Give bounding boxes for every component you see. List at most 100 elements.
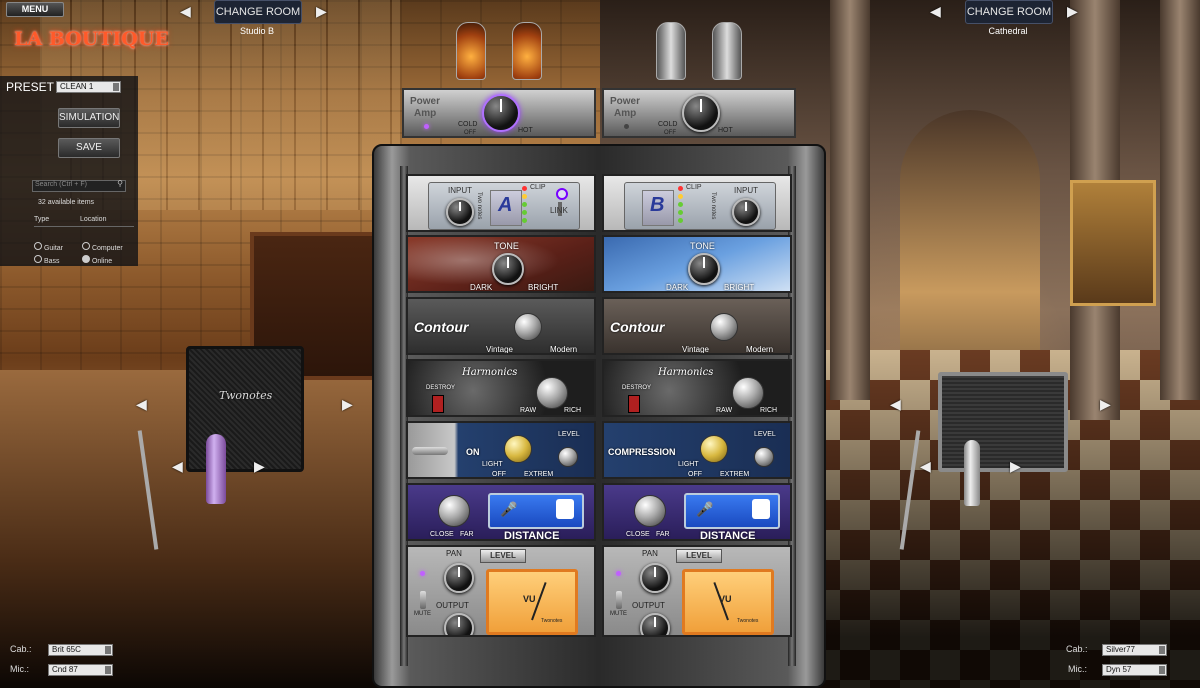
available-items-count: 32 available items	[38, 199, 95, 206]
destroy-switch[interactable]	[432, 395, 444, 413]
left-room-prev-arrow-icon[interactable]: ◀	[180, 3, 191, 20]
mute-label: MUTE	[610, 611, 627, 617]
pan-knob[interactable]	[444, 563, 474, 593]
compression-knob[interactable]	[504, 435, 532, 463]
right-room-next-arrow-icon[interactable]: ▶	[1067, 3, 1078, 20]
destroy-label: DESTROY	[426, 385, 456, 391]
harmonics-knob[interactable]	[536, 377, 568, 409]
left-cab-prev-arrow-icon[interactable]: ◀	[136, 396, 147, 413]
input-gain-knob[interactable]	[732, 198, 760, 226]
destroy-switch[interactable]	[628, 395, 640, 413]
filter-location-online[interactable]: Online	[82, 255, 112, 265]
right-room-prev-arrow-icon[interactable]: ◀	[930, 3, 941, 20]
right-cabinet[interactable]	[938, 372, 1068, 472]
level-led-icon	[522, 194, 527, 199]
contour-knob[interactable]	[514, 313, 542, 341]
filter-type-guitar[interactable]: Guitar	[34, 242, 63, 252]
output-knob[interactable]	[444, 613, 474, 635]
tone-module-right: TONE DARK BRIGHT	[602, 235, 792, 293]
power-amp-title: Power	[610, 96, 641, 107]
pan-label: PAN	[642, 549, 658, 558]
mute-toggle[interactable]	[616, 591, 622, 609]
rich-label: RICH	[760, 407, 778, 414]
left-microphone[interactable]	[206, 434, 226, 504]
mute-toggle[interactable]	[420, 591, 426, 609]
contour-knob[interactable]	[710, 313, 738, 341]
modern-label: Modern	[746, 345, 774, 354]
power-amp-knob[interactable]	[482, 94, 520, 132]
harmonics-knob[interactable]	[732, 377, 764, 409]
right-microphone[interactable]	[964, 440, 980, 506]
compression-level-knob[interactable]	[558, 447, 578, 467]
left-cab-select[interactable]: Brit 65C	[48, 644, 113, 656]
off-label: OFF	[664, 130, 676, 136]
right-room-name: Cathedral	[988, 26, 1028, 36]
chevron-down-icon	[113, 83, 119, 91]
input-label: INPUT	[734, 186, 758, 195]
left-mic-next-arrow-icon[interactable]: ▶	[254, 458, 265, 475]
right-mic-prev-arrow-icon[interactable]: ◀	[920, 458, 931, 475]
power-amp-title: Amp	[614, 108, 637, 119]
input-gain-knob[interactable]	[446, 198, 474, 226]
search-input[interactable]: Search (Ctrl + F) ⚲	[32, 179, 126, 192]
left-change-room-button[interactable]: CHANGE ROOM	[214, 0, 302, 24]
cathedral-pillar	[1160, 0, 1200, 400]
tone-knob[interactable]	[492, 253, 524, 285]
right-cab-next-arrow-icon[interactable]: ▶	[1100, 396, 1111, 413]
left-mic-select[interactable]: Cnd 87	[48, 664, 113, 676]
tone-title: TONE	[690, 241, 715, 251]
simulation-button[interactable]: SIMULATION	[58, 108, 120, 128]
filter-location-computer[interactable]: Computer	[82, 242, 123, 252]
bright-label: BRIGHT	[724, 283, 755, 292]
left-cab-next-arrow-icon[interactable]: ▶	[342, 396, 353, 413]
extrem-label: EXTREM	[720, 471, 750, 478]
power-amp-knob[interactable]	[682, 94, 720, 132]
menu-button[interactable]: MENU	[6, 2, 64, 17]
preset-select[interactable]: CLEAN 1	[56, 81, 121, 93]
save-button[interactable]: SAVE	[58, 138, 120, 158]
right-mic-next-arrow-icon[interactable]: ▶	[1010, 458, 1021, 475]
distance-module-left: CLOSE FAR 🎤 DISTANCE	[406, 483, 596, 541]
filter-divider	[34, 226, 134, 227]
filter-type-bass[interactable]: Bass	[34, 255, 60, 265]
distance-knob[interactable]	[634, 495, 666, 527]
location-header: Location	[80, 216, 107, 223]
right-cab-prev-arrow-icon[interactable]: ◀	[890, 396, 901, 413]
compression-title: COMPRESSION	[608, 447, 676, 457]
compression-level-knob[interactable]	[754, 447, 774, 467]
link-led-icon	[556, 188, 568, 200]
left-room-next-arrow-icon[interactable]: ▶	[316, 3, 327, 20]
cold-label: COLD	[658, 121, 678, 128]
radio-icon	[82, 242, 90, 250]
distance-display: 🎤	[488, 493, 584, 529]
output-knob[interactable]	[640, 613, 670, 635]
link-label: LINK	[550, 206, 568, 215]
compression-title: ON	[466, 447, 480, 457]
cathedral-pillar	[830, 0, 870, 400]
vu-meter: VU Twonotes	[486, 569, 578, 635]
vu-label: VU	[523, 594, 536, 604]
brand-label: Two notes	[476, 192, 482, 220]
left-mic-prev-arrow-icon[interactable]: ◀	[172, 458, 183, 475]
chevron-down-icon	[1159, 666, 1165, 674]
distance-module-right: CLOSE FAR 🎤 DISTANCE	[602, 483, 792, 541]
vu-meter: VU Twonotes	[682, 569, 774, 635]
right-cab-select[interactable]: Silver77	[1102, 644, 1167, 656]
distance-knob[interactable]	[438, 495, 470, 527]
input-module-right: B CLIP Two notes INPUT	[602, 174, 792, 232]
search-placeholder: Search (Ctrl + F)	[35, 181, 87, 188]
distance-title: DISTANCE	[700, 530, 756, 541]
extrem-label: EXTREM	[524, 471, 554, 478]
compression-knob[interactable]	[700, 435, 728, 463]
tone-knob[interactable]	[688, 253, 720, 285]
right-mic-select[interactable]: Dyn 57	[1102, 664, 1167, 676]
cold-label: COLD	[458, 121, 478, 128]
left-cabinet[interactable]: Twonotes	[186, 346, 304, 472]
compression-lever[interactable]	[412, 447, 448, 455]
right-change-room-button[interactable]: CHANGE ROOM	[965, 0, 1053, 24]
level-led-icon	[678, 202, 683, 207]
far-label: FAR	[656, 531, 670, 538]
modern-label: Modern	[550, 345, 578, 354]
far-label: FAR	[460, 531, 474, 538]
pan-knob[interactable]	[640, 563, 670, 593]
